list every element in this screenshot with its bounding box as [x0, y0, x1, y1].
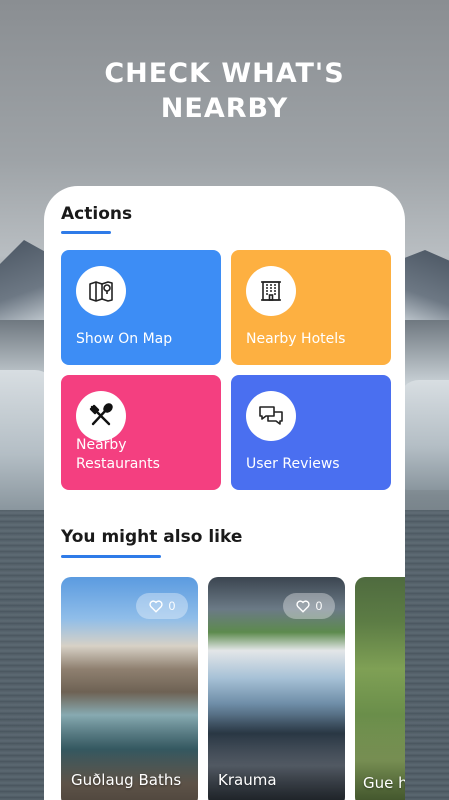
nearby-hotels-button[interactable]: Nearby Hotels	[231, 250, 391, 365]
promo-headline: CHECK WHAT'S NEARBY	[0, 56, 449, 126]
place-card[interactable]: 0 Guðlaug Baths	[61, 577, 198, 800]
actions-title: Actions	[61, 204, 133, 224]
place-photo	[355, 577, 405, 800]
like-badge[interactable]: 0	[283, 593, 335, 619]
hotel-building-icon	[246, 266, 296, 316]
show-on-map-label: Show On Map	[76, 331, 173, 347]
place-name: Krauma	[218, 771, 277, 789]
nearby-restaurants-label: Nearby Restaurants	[76, 437, 160, 472]
place-name: Gue hot	[363, 774, 405, 792]
fork-spoon-icon	[76, 391, 126, 441]
suggestions-underline	[61, 555, 161, 558]
nearby-hotels-label: Nearby Hotels	[246, 331, 346, 347]
like-count: 0	[168, 599, 176, 613]
background-ice-right	[399, 380, 449, 490]
heart-icon	[296, 599, 310, 613]
app-screen: Actions Show On Map Nearby Hotels Nearby…	[44, 186, 405, 800]
suggestions-title: You might also like	[61, 527, 243, 547]
headline-line-2: NEARBY	[160, 93, 289, 124]
map-pin-icon	[76, 266, 126, 316]
show-on-map-button[interactable]: Show On Map	[61, 250, 221, 365]
place-name: Guðlaug Baths	[71, 771, 182, 789]
chat-bubbles-icon	[246, 391, 296, 441]
nearby-restaurants-button[interactable]: Nearby Restaurants	[61, 375, 221, 490]
suggestions-carousel[interactable]: 0 Guðlaug Baths 0 Krauma Gue hot	[61, 577, 405, 800]
actions-underline	[61, 231, 111, 234]
heart-icon	[149, 599, 163, 613]
like-count: 0	[315, 599, 323, 613]
place-card[interactable]: 0 Krauma	[208, 577, 345, 800]
place-card[interactable]: Gue hot	[355, 577, 405, 800]
user-reviews-button[interactable]: User Reviews	[231, 375, 391, 490]
like-badge[interactable]: 0	[136, 593, 188, 619]
headline-line-1: CHECK WHAT'S	[104, 58, 345, 89]
user-reviews-label: User Reviews	[246, 456, 340, 472]
